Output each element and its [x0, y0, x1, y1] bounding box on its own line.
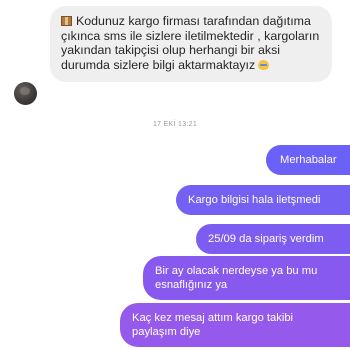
incoming-message-text: Kodunuz kargo firması tarafından dağıtım… — [61, 14, 320, 72]
outgoing-message-bubble[interactable]: Kaç kez mesaj attım kargo takibi paylaşı… — [120, 303, 350, 347]
chat-thread: Kodunuz kargo firması tarafından dağıtım… — [0, 0, 350, 350]
outgoing-message-text: Bir ay olacak nerdeyse ya bu mu esnaflığ… — [155, 265, 318, 291]
outgoing-message-text: Kaç kez mesaj attım kargo takibi paylaşı… — [132, 312, 294, 338]
outgoing-message-bubble[interactable]: Bir ay olacak nerdeyse ya bu mu esnaflığ… — [143, 256, 350, 300]
outgoing-message-text: 25/09 da sipariş verdim — [208, 233, 324, 245]
outgoing-message-text: Kargo bilgisi hala iletşmedi — [188, 194, 321, 206]
outgoing-message-bubble[interactable]: 25/09 da sipariş verdim — [196, 224, 350, 254]
incoming-message-bubble[interactable]: Kodunuz kargo firması tarafından dağıtım… — [50, 6, 332, 83]
package-icon — [61, 16, 72, 26]
message-timestamp: 17 EKİ 13:21 — [152, 121, 198, 128]
outgoing-message-bubble[interactable]: Kargo bilgisi hala iletşmedi — [176, 185, 350, 215]
sender-avatar[interactable] — [14, 82, 37, 105]
outgoing-message-text: Merhabalar — [280, 154, 337, 166]
crying-face-icon — [258, 59, 270, 70]
outgoing-message-bubble[interactable]: Merhabalar — [266, 145, 350, 175]
